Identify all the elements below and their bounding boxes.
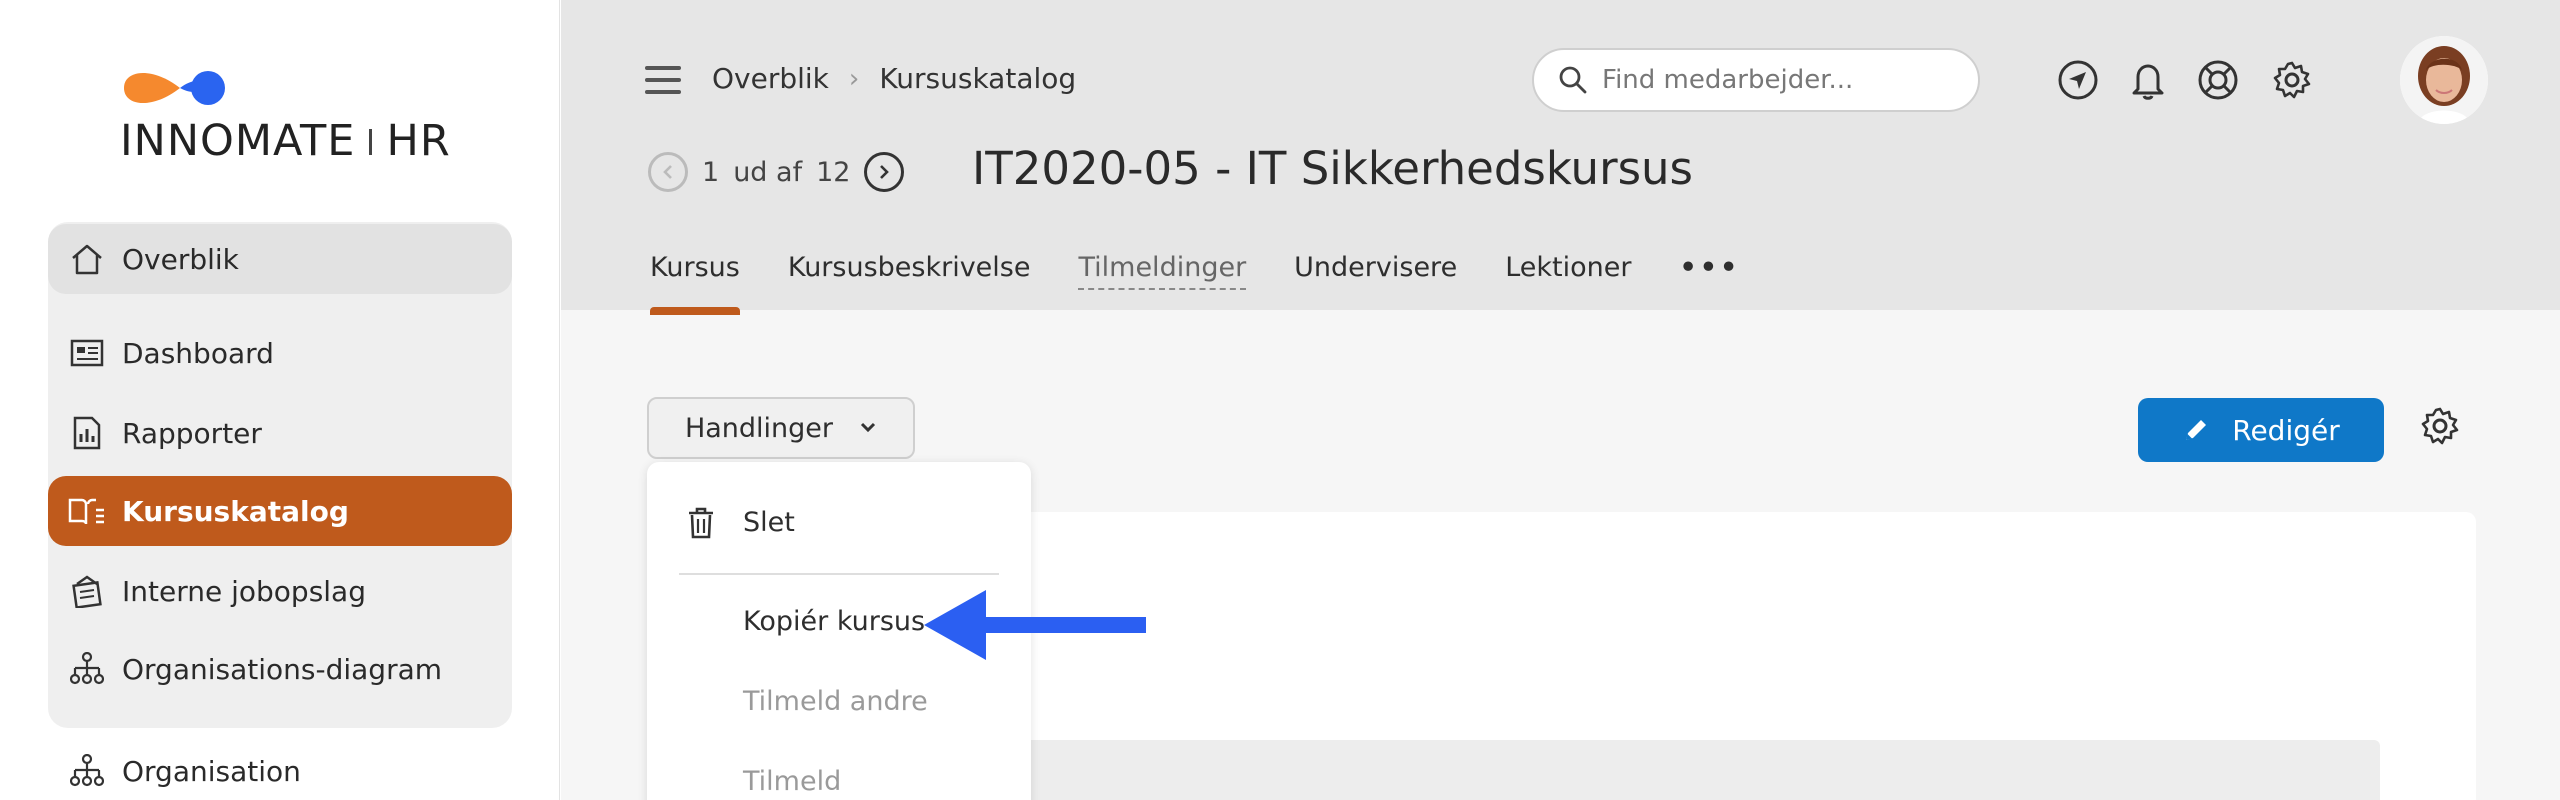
chevron-left-icon (663, 165, 672, 179)
job-posting-icon (68, 572, 106, 610)
logo-separator (369, 128, 373, 155)
pager-current: 1 (702, 156, 720, 188)
hamburger-menu-icon[interactable] (645, 66, 681, 96)
breadcrumb-item-kursuskatalog[interactable]: Kursuskatalog (879, 62, 1076, 95)
help-lifebuoy-icon[interactable] (2196, 58, 2240, 102)
next-record-button[interactable] (864, 152, 905, 192)
sidebar-item-label: Kursuskatalog (122, 494, 349, 528)
actions-dropdown-button[interactable]: Handlinger (647, 397, 915, 459)
menu-item-enroll[interactable]: Tilmeld (743, 766, 841, 797)
logo-mark-icon (124, 71, 225, 105)
sidebar-item-label: Dashboard (122, 336, 274, 370)
chevron-right-icon (880, 165, 890, 179)
user-avatar[interactable] (2400, 36, 2488, 124)
search-input[interactable] (1602, 65, 1962, 95)
sidebar-item-organisation[interactable]: Organisation (48, 736, 512, 800)
chevron-right-icon: › (848, 63, 860, 94)
annotation-arrow-icon (924, 590, 1146, 660)
previous-record-button[interactable] (648, 152, 688, 192)
edit-button[interactable]: Redigér (2138, 398, 2384, 462)
sidebar-item-interne-jobopslag[interactable]: Interne jobopslag (48, 556, 512, 626)
dashboard-icon (68, 334, 106, 372)
navigation-icon[interactable] (2056, 58, 2100, 102)
sidebar-item-label: Overblik (122, 242, 239, 276)
sidebar-item-label: Rapporter (122, 416, 262, 450)
pager-of-label: ud af (733, 156, 803, 188)
sidebar-item-rapporter[interactable]: Rapporter (48, 398, 512, 468)
course-card-section (1000, 740, 2380, 800)
home-icon (68, 240, 106, 278)
company-logo[interactable]: INNOMATE HR (120, 62, 450, 172)
sidebar: INNOMATE HR Overblik Dashboard Rapporter … (0, 0, 560, 800)
tab-lektioner[interactable]: Lektioner (1505, 252, 1631, 297)
menu-item-delete[interactable]: Slet (743, 507, 795, 538)
sidebar-item-label: Organisations-diagram (122, 652, 443, 686)
sidebar-item-label: Organisation (122, 754, 301, 788)
sidebar-item-organisations-diagram[interactable]: Organisations-diagram (48, 634, 512, 704)
menu-item-enroll-others[interactable]: Tilmeld andre (743, 686, 928, 717)
menu-item-copy-course[interactable]: Kopiér kursus (743, 606, 925, 637)
trash-icon (689, 507, 713, 539)
pencil-icon (2186, 420, 2207, 440)
sidebar-item-dashboard[interactable]: Dashboard (48, 318, 512, 388)
tab-kursus[interactable]: Kursus (650, 252, 740, 315)
chevron-down-icon (860, 422, 876, 433)
sidebar-item-kursuskatalog[interactable]: Kursuskatalog (48, 476, 512, 546)
edit-button-label: Redigér (2232, 413, 2340, 447)
tab-tilmeldinger[interactable]: Tilmeldinger (1078, 252, 1247, 290)
search-box[interactable] (1532, 48, 1980, 112)
breadcrumb: Overblik › Kursuskatalog (712, 62, 1076, 95)
sidebar-item-overblik[interactable]: Overblik (48, 224, 512, 294)
logo-text-left: INNOMATE (120, 116, 356, 166)
tab-bar: Kursus Kursusbeskrivelse Tilmeldinger Un… (650, 252, 1740, 315)
report-icon (68, 414, 106, 452)
page-title: IT2020-05 - IT Sikkerhedskursus (972, 142, 1693, 195)
book-icon (68, 492, 106, 530)
bell-icon[interactable] (2126, 58, 2170, 102)
org-chart-icon (68, 650, 106, 688)
search-icon (1559, 66, 1587, 94)
logo-wordmark: INNOMATE HR (120, 116, 451, 166)
tab-more-button[interactable]: ••• (1679, 252, 1740, 297)
actions-button-label: Handlinger (684, 412, 834, 444)
breadcrumb-item-overblik[interactable]: Overblik (712, 62, 829, 95)
record-pager: 1 ud af 12 (648, 152, 905, 192)
settings-gear-icon[interactable] (2270, 58, 2314, 102)
pager-total: 12 (816, 156, 851, 188)
tab-undervisere[interactable]: Undervisere (1294, 252, 1457, 297)
settings-gear-icon[interactable] (2420, 406, 2464, 450)
logo-text-right: HR (386, 116, 451, 166)
menu-divider (679, 573, 999, 575)
tab-kursusbeskrivelse[interactable]: Kursusbeskrivelse (788, 252, 1031, 297)
org-chart-icon (68, 752, 106, 790)
sidebar-item-label: Interne jobopslag (122, 574, 366, 608)
